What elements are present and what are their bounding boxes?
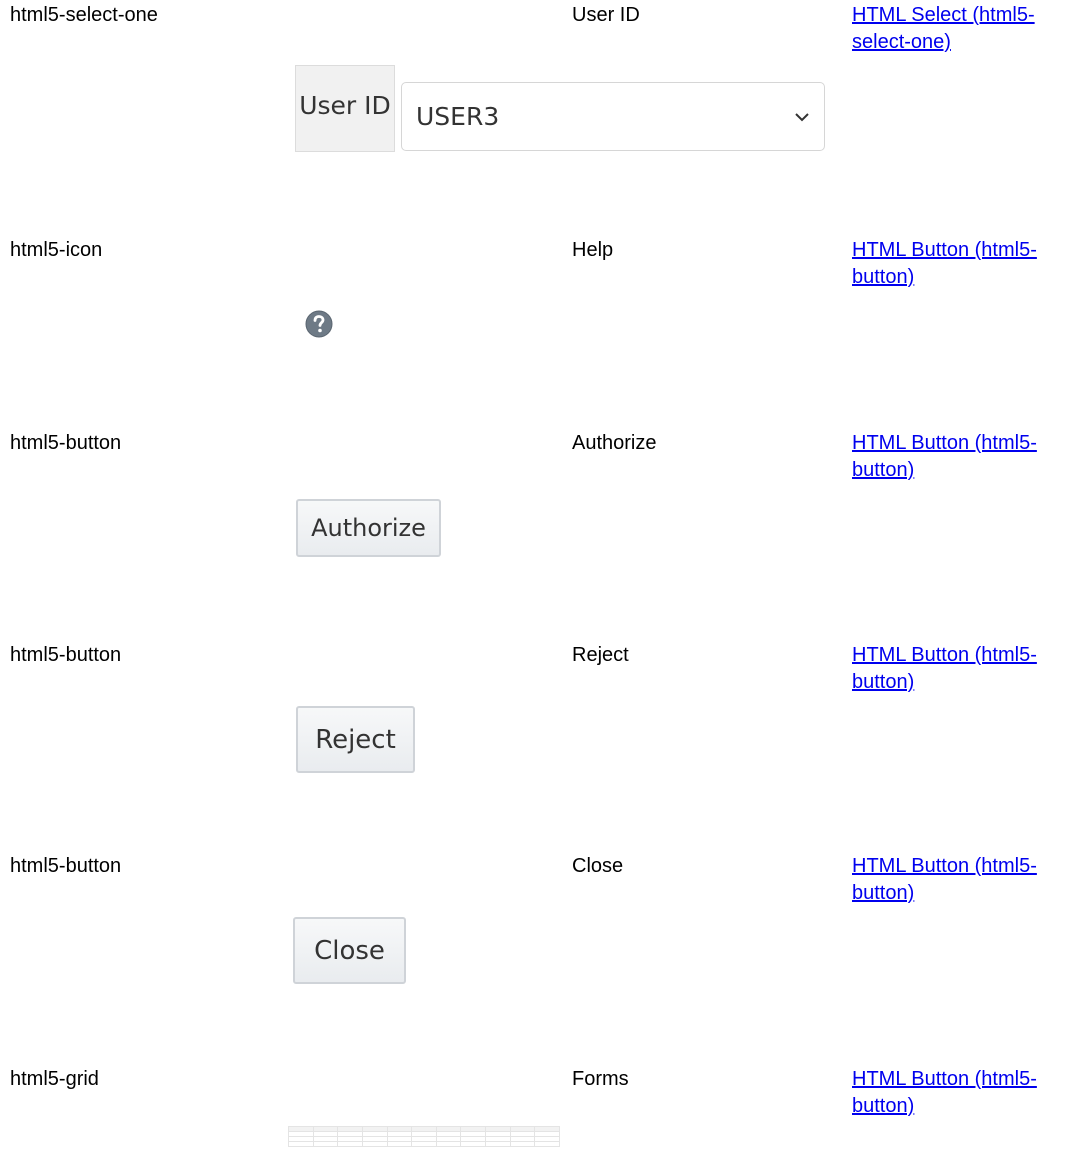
component-doc-link[interactable]: HTML Select (html5-select-one) bbox=[852, 2, 1080, 56]
component-row: html5-icon Help HTML Button (html5-butto… bbox=[0, 237, 1085, 427]
component-label: Authorize bbox=[572, 432, 657, 454]
component-doc-link[interactable]: HTML Button (html5-button) bbox=[852, 642, 1080, 696]
component-label: Help bbox=[572, 239, 614, 261]
component-doc-link[interactable]: HTML Button (html5-button) bbox=[852, 430, 1080, 484]
component-label: User ID bbox=[572, 4, 640, 26]
component-doc-link[interactable]: HTML Button (html5-button) bbox=[852, 1066, 1080, 1120]
forms-grid bbox=[288, 1126, 560, 1148]
component-type: html5-icon bbox=[10, 239, 103, 261]
component-doc-link[interactable]: HTML Button (html5-button) bbox=[852, 237, 1080, 291]
component-type: html5-grid bbox=[10, 1068, 99, 1090]
forms-grid-table bbox=[288, 1126, 560, 1147]
component-label: Reject bbox=[572, 644, 629, 666]
close-button[interactable]: Close bbox=[293, 917, 406, 984]
selected-value: USER3 bbox=[416, 102, 500, 131]
component-row: html5-button Authorize Authorize HTML Bu… bbox=[0, 430, 1085, 620]
component-label: Forms bbox=[572, 1068, 629, 1090]
user-id-select[interactable]: USER3 bbox=[401, 82, 825, 151]
component-type: html5-button bbox=[10, 432, 122, 454]
select-addon-label: User ID bbox=[295, 65, 395, 152]
help-icon[interactable] bbox=[305, 310, 333, 338]
component-label: Close bbox=[572, 855, 624, 877]
component-type: html5-button bbox=[10, 855, 122, 877]
component-row: html5-button Close Close HTML Button (ht… bbox=[0, 853, 1085, 1043]
component-row: html5-select-one User ID USER3 User ID H… bbox=[0, 2, 1085, 192]
component-type: html5-button bbox=[10, 644, 122, 666]
component-type: html5-select-one bbox=[10, 4, 158, 26]
component-row: html5-button Reject Reject HTML Button (… bbox=[0, 642, 1085, 832]
chevron-down-icon bbox=[795, 113, 809, 122]
reject-button[interactable]: Reject bbox=[296, 706, 415, 773]
authorize-button[interactable]: Authorize bbox=[296, 499, 441, 557]
component-doc-link[interactable]: HTML Button (html5-button) bbox=[852, 853, 1080, 907]
